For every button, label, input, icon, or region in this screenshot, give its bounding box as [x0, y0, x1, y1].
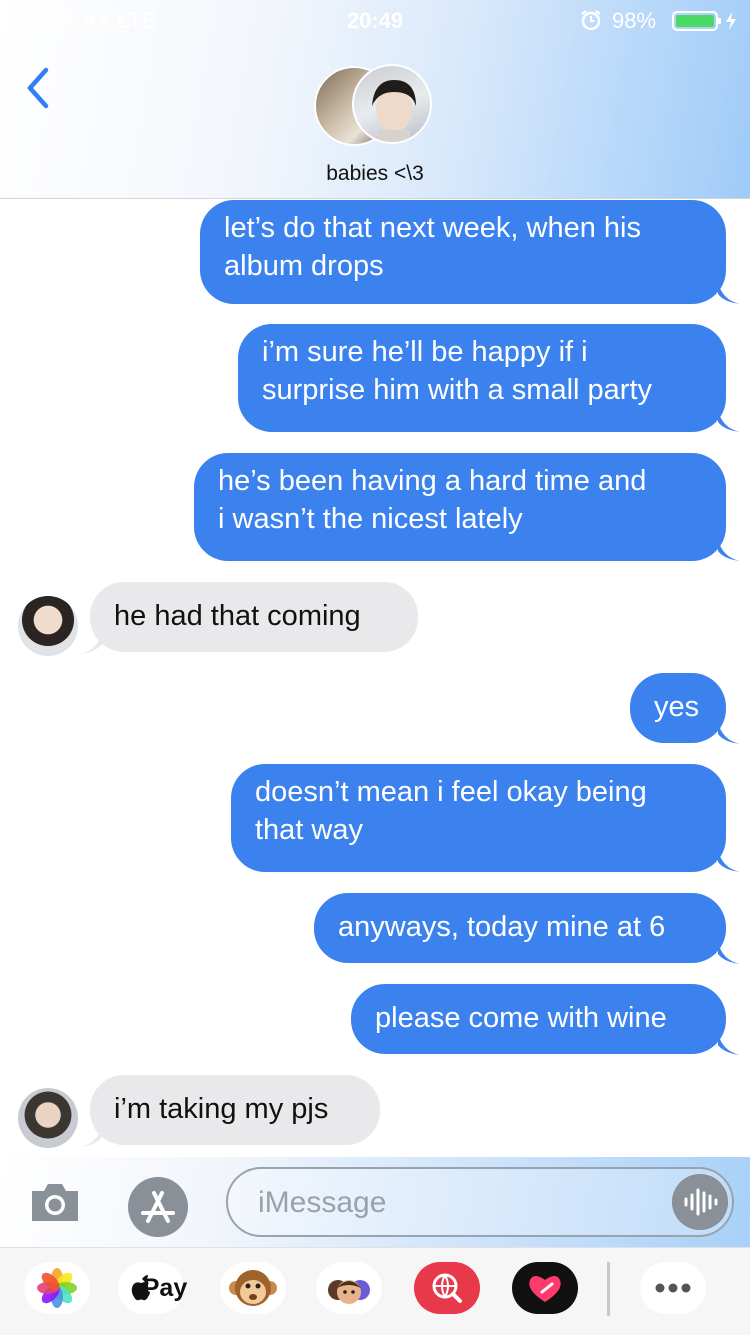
outgoing-message[interactable]: yes: [630, 673, 726, 743]
message-line: doesn’t mean i feel okay being: [255, 776, 647, 808]
audio-waveform-icon[interactable]: [672, 1174, 728, 1230]
message-line: he had that coming: [114, 600, 361, 632]
drawer-divider: [607, 1262, 610, 1316]
message-line: let’s do that next week, when his: [224, 212, 641, 244]
incoming-message[interactable]: he had that coming: [90, 582, 418, 652]
more-icon: [655, 1283, 691, 1293]
more-apps-button[interactable]: [640, 1262, 706, 1314]
bubble-tail: [718, 722, 740, 744]
conversation-header: PLAY LTE 20:49 98% babies <\3: [0, 0, 750, 199]
person-photo-icon: [372, 80, 416, 142]
outgoing-message[interactable]: let’s do that next week, when his album …: [200, 200, 726, 304]
alarm-icon: [581, 10, 601, 31]
imessage-field[interactable]: [226, 1167, 734, 1237]
app-store-icon[interactable]: [126, 1175, 190, 1239]
bubble-tail: [718, 1033, 740, 1055]
apple-pay-button[interactable]: Pay: [118, 1262, 187, 1314]
globe-search-icon: [432, 1273, 462, 1303]
incoming-message[interactable]: i’m taking my pjs: [90, 1075, 380, 1145]
message-line: that way: [255, 814, 363, 846]
status-bar: PLAY LTE 20:49 98%: [0, 0, 750, 40]
message-composer: [0, 1157, 750, 1247]
photos-icon: [37, 1268, 77, 1308]
bubble-tail: [80, 1125, 102, 1147]
sender-avatar[interactable]: [18, 1088, 78, 1148]
message-line: i’m taking my pjs: [114, 1093, 329, 1125]
outgoing-message[interactable]: i’m sure he’ll be happy if i surprise hi…: [238, 324, 726, 432]
message-line: album drops: [224, 250, 384, 282]
memoji-icon: [328, 1280, 370, 1304]
apple-pay-label: Pay: [142, 1274, 188, 1302]
outgoing-message[interactable]: he’s been having a hard time and i wasn’…: [194, 453, 726, 561]
battery-percentage: 98%: [612, 8, 657, 33]
bubble-tail: [718, 410, 740, 432]
message-line: i wasn’t the nicest lately: [218, 503, 523, 535]
sender-avatar[interactable]: [18, 596, 78, 656]
message-line: surprise him with a small party: [262, 374, 652, 406]
message-line: he’s been having a hard time and: [218, 465, 647, 497]
group-name[interactable]: babies <\3: [0, 162, 750, 186]
outgoing-message[interactable]: please come with wine: [351, 984, 726, 1054]
bubble-tail: [718, 282, 740, 304]
image-search-app-button[interactable]: [414, 1262, 480, 1314]
message-line: yes: [654, 691, 700, 723]
back-chevron-icon[interactable]: [22, 64, 58, 112]
outgoing-message[interactable]: doesn’t mean i feel okay being that way: [231, 764, 726, 872]
camera-icon[interactable]: [28, 1179, 82, 1225]
message-line: anyways, today mine at 6: [338, 911, 666, 943]
photos-app-button[interactable]: [24, 1262, 90, 1314]
message-input[interactable]: [256, 1181, 660, 1225]
outgoing-message[interactable]: anyways, today mine at 6: [314, 893, 726, 963]
app-drawer: Pay: [0, 1247, 750, 1335]
bubble-tail: [80, 632, 102, 654]
bubble-tail: [718, 942, 740, 964]
member-avatar: [352, 64, 432, 144]
digital-touch-heart-icon: [529, 1276, 561, 1302]
battery-charging-icon: [672, 11, 736, 31]
animoji-app-button[interactable]: [220, 1262, 286, 1314]
message-line: please come with wine: [375, 1002, 667, 1034]
group-avatars[interactable]: [312, 64, 442, 148]
monkey-animoji-icon: [229, 1270, 277, 1306]
message-line: i’m sure he’ll be happy if i: [262, 336, 588, 368]
memoji-app-button[interactable]: [316, 1262, 382, 1314]
bubble-tail: [718, 850, 740, 872]
digital-touch-app-button[interactable]: [512, 1262, 578, 1314]
bubble-tail: [718, 539, 740, 561]
